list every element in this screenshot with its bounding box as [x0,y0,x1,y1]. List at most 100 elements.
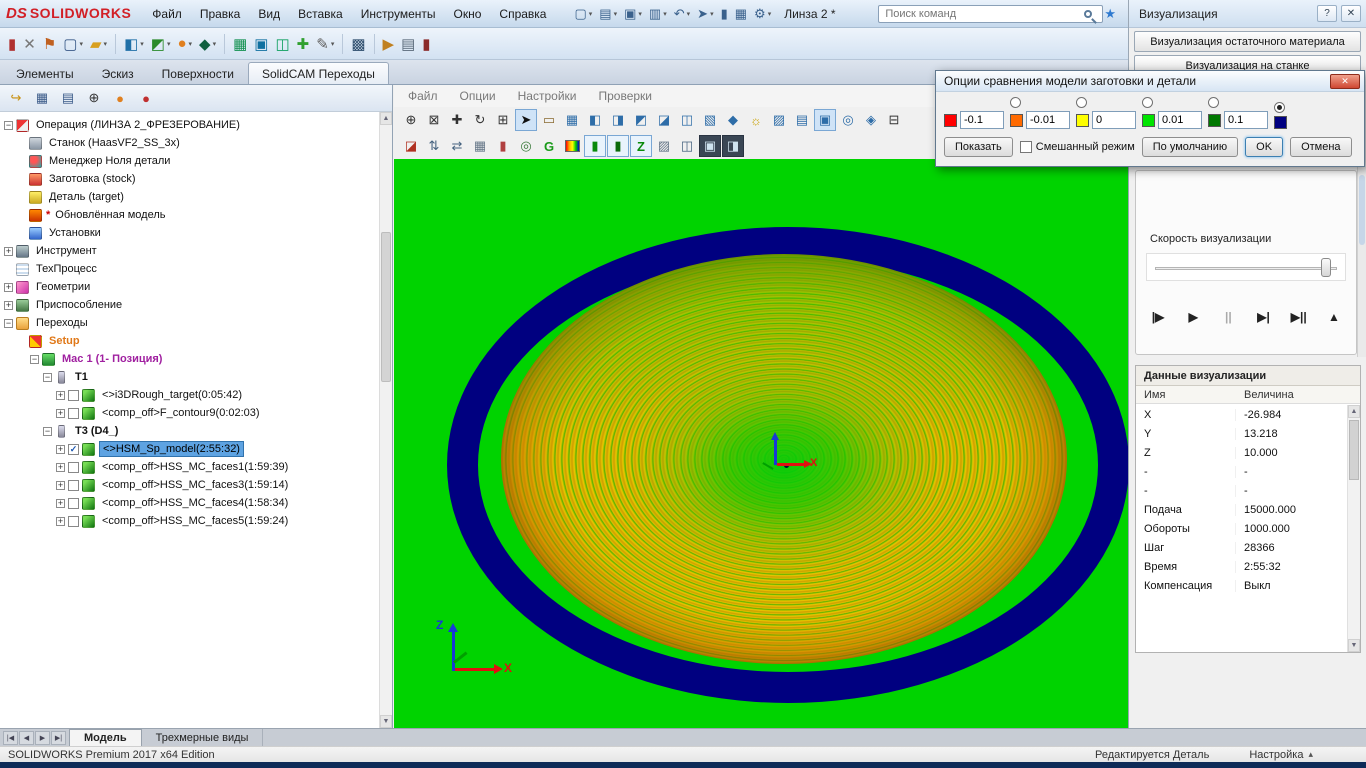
record-video-button[interactable]: ◨ [722,135,744,157]
coordinate-origin-button[interactable]: ⊕ [83,88,105,108]
drill-operation-button[interactable]: ● ▾ [174,33,195,54]
measure-button[interactable]: ▭ [538,109,560,131]
tree-item[interactable]: + Геометрии [0,278,379,296]
tree-item-checkbox[interactable] [68,497,79,509]
solidcam-manager-button[interactable]: ↪ [5,88,27,108]
tree-item[interactable]: + <comp_off>HSS_MC_faces1(1:59:39) [0,458,379,476]
tab-2[interactable]: Поверхности [148,62,248,84]
tree-item[interactable]: Setup [0,332,379,350]
stock-definition-button[interactable]: ▦ [230,33,250,55]
speed-slider[interactable] [1146,253,1346,281]
library-button[interactable]: ▮ [419,33,433,55]
print-button[interactable]: ▥ ▾ [646,4,670,24]
threshold-input[interactable] [1224,111,1268,129]
calculate-button[interactable]: ▩ [348,33,368,55]
ok-button[interactable]: OK [1245,137,1284,157]
mixed-mode-checkbox[interactable] [1019,141,1032,153]
select-arrow-button[interactable]: ➤ [515,109,537,131]
tree-item-checkbox[interactable] [68,389,79,401]
view-iso-button[interactable]: ◆ [722,109,744,131]
tree-item-checkbox[interactable] [68,479,79,491]
zoom-fit-button[interactable]: ⊕ [400,109,422,131]
dropdown-arrow-icon[interactable]: ▾ [213,40,217,48]
sheet-nav-button-3[interactable]: ▶| [51,730,66,745]
machine-setup-button[interactable]: ◫ [272,33,292,55]
view-right-button[interactable]: ◪ [653,109,675,131]
tree-item[interactable]: + <comp_off>HSS_MC_faces4(1:58:34) [0,494,379,512]
save-cam-button[interactable]: ⚑ [40,33,59,55]
dropdown-arrow-icon[interactable]: ▾ [167,40,171,48]
tree-item-checkbox[interactable] [68,461,79,473]
menu-item-0[interactable]: Файл [143,4,191,24]
tree-expand-toggle[interactable]: − [4,120,13,130]
bottom-tab-0[interactable]: Модель [69,729,142,746]
tree-item[interactable]: − T3 (D4_) [0,422,379,440]
dropdown-arrow-icon[interactable]: ▾ [710,10,714,18]
tab-3[interactable]: SolidCAM Переходы [247,62,389,84]
dialog-close-icon[interactable]: ✕ [1330,73,1360,89]
eject-button[interactable]: ▲ [1322,305,1346,329]
tree-item-checkbox[interactable]: ✓ [68,443,79,455]
help-pin-icon[interactable]: ★ [1104,6,1116,22]
speed-slider-track[interactable] [1155,267,1337,270]
scroll-down-icon[interactable]: ▼ [380,715,392,728]
tree-expand-toggle[interactable]: + [4,246,13,256]
threshold-radio[interactable] [1208,97,1219,108]
dropdown-arrow-icon[interactable]: ▾ [189,40,193,48]
rotate-view-button[interactable]: ↻ [469,109,491,131]
add-operation-button[interactable]: ✚ [294,33,313,55]
view-cube-a-button[interactable]: ▨ [768,109,790,131]
data-table-scrollbar[interactable]: ▲ ▼ [1347,405,1360,652]
simulate-button[interactable]: ▶ [380,33,398,55]
command-search-input[interactable] [878,4,1104,23]
tree-scrollbar-thumb[interactable] [381,232,391,382]
new-cam-document-button[interactable]: ▢ ▾ [60,33,86,55]
sheet-nav-button-1[interactable]: ◀ [19,730,34,745]
dropdown-arrow-icon[interactable]: ▾ [663,10,667,18]
tree-expand-toggle[interactable]: + [56,462,65,472]
tool-display-button[interactable]: ▮ [492,135,514,157]
wireframe-view-button[interactable]: ◎ [837,109,859,131]
tree-item[interactable]: ТехПроцесс [0,260,379,278]
mixed-mode-option[interactable]: Смешанный режим [1019,141,1135,153]
tree-item[interactable]: + ✓ <>HSM_Sp_model(2:55:32) [0,440,379,458]
save-button[interactable]: ▣ ▾ [621,4,645,24]
bottom-tab-1[interactable]: Трехмерные виды [141,729,264,746]
play-to-end-button[interactable]: ▶| [1252,305,1276,329]
menu-item-5[interactable]: Окно [445,4,491,24]
tree-expand-toggle[interactable]: + [56,390,65,400]
mode-selector[interactable]: Настройка ▴ [1249,749,1313,761]
close-icon[interactable]: ✕ [1341,5,1361,22]
step-through-button[interactable]: ⇄ [446,135,468,157]
z-levels-button[interactable]: Z [630,135,652,157]
fullscreen-button[interactable]: ⊟ [883,109,905,131]
dropdown-arrow-icon[interactable]: ▾ [104,40,108,48]
tree-expand-toggle[interactable]: + [4,282,13,292]
play-button[interactable]: ▶ [1181,305,1205,329]
open-cam-folder-button[interactable]: ▰ ▾ [87,33,110,55]
machine-preview-button[interactable]: ● [109,88,131,108]
zoom-select-button[interactable]: ⊞ [492,109,514,131]
tree-item[interactable]: Установки [0,224,379,242]
target-compare-button[interactable]: ▮ [607,135,629,157]
data-scrollbar-thumb[interactable] [1349,420,1359,480]
speed-slider-thumb[interactable] [1321,258,1331,277]
zoom-window-button[interactable]: ⊠ [423,109,445,131]
dropdown-arrow-icon[interactable]: ▾ [687,10,691,18]
solidcam-part-button[interactable]: ▮ [5,33,19,55]
menu-item-4[interactable]: Инструменты [352,4,445,24]
view-top-button[interactable]: ◫ [676,109,698,131]
dialog-title-bar[interactable]: Опции сравнения модели заготовки и детал… [936,71,1364,92]
gouge-check-button[interactable]: ◎ [515,135,537,157]
sim-menu-1[interactable]: Опции [460,89,496,103]
pause-button[interactable]: || [1216,305,1240,329]
panel-scrollbar-thumb[interactable] [1359,175,1365,245]
operations-table-button[interactable]: ▦ [31,88,53,108]
gcode-button[interactable]: ▤ [398,33,418,55]
threshold-radio[interactable] [1010,97,1021,108]
cancel-button[interactable]: Отмена [1290,137,1352,157]
tree-expand-toggle[interactable]: + [56,516,65,526]
section-view-button[interactable]: ▦ [561,109,583,131]
options-gear-button[interactable]: ⚙ ▾ [751,4,774,24]
grid-button[interactable]: ▦ [469,135,491,157]
